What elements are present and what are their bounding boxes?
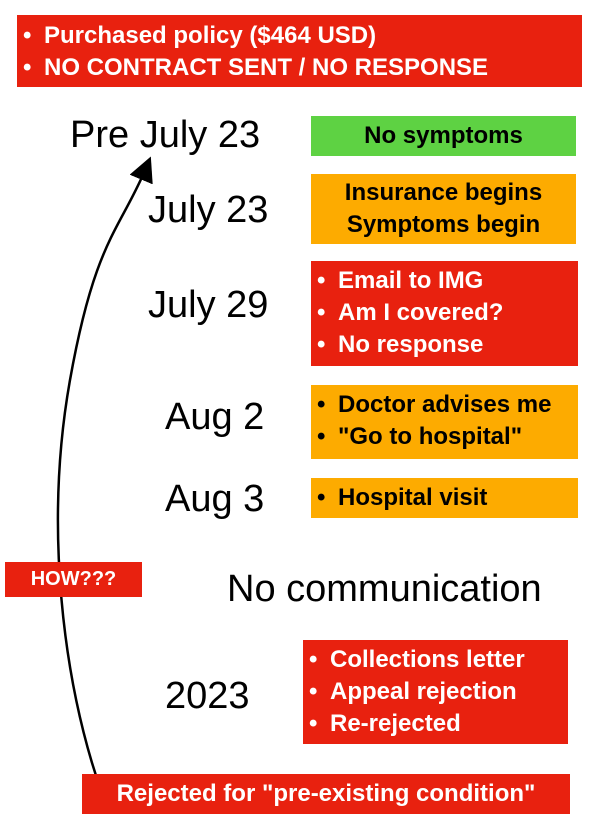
how-label-box: HOW??? [5, 562, 142, 597]
footer-box: Rejected for "pre-existing condition" [82, 774, 570, 814]
footer-label: Rejected for "pre-existing condition" [116, 780, 536, 807]
how-label: HOW??? [30, 568, 117, 590]
curved-arrow [56, 156, 153, 806]
